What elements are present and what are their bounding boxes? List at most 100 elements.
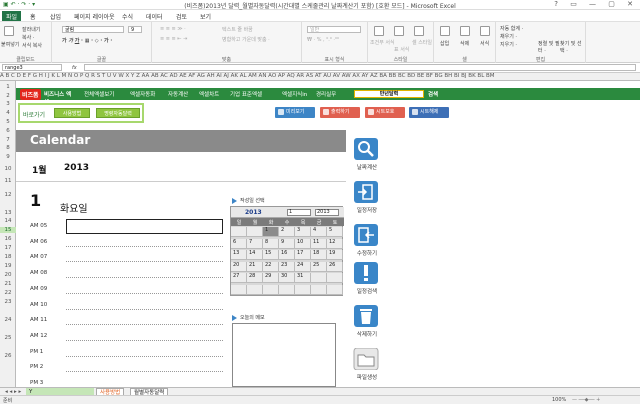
copy-button[interactable]: 복사 ·: [22, 34, 34, 41]
nav-standard-excel[interactable]: 기업 표준엑셀: [230, 90, 262, 98]
date-cell[interactable]: 12: [327, 238, 343, 249]
conditional-format-button[interactable]: 조건부 서식: [370, 39, 395, 46]
font-size-select[interactable]: 9: [128, 26, 142, 33]
trash-icon[interactable]: [353, 305, 379, 327]
row-number[interactable]: 23: [0, 299, 16, 305]
row-number[interactable]: 14: [0, 218, 16, 224]
date-cell[interactable]: 13: [231, 250, 247, 260]
schedule-entry-line[interactable]: [66, 292, 223, 294]
column-header[interactable]: A B C D E F G H I J K L M N O P Q R S T …: [0, 73, 640, 81]
auto-calendar-button[interactable]: 명령자동달력: [96, 108, 140, 118]
number-buttons[interactable]: ₩ · % , ⁰.⁰ ·⁰⁰: [307, 37, 339, 43]
create-file-label[interactable]: 파일생성: [346, 373, 388, 381]
cell-style-button[interactable]: 셀 스타일: [412, 39, 432, 46]
schedule-entry-line[interactable]: [66, 308, 223, 310]
tab-data[interactable]: 데이터: [142, 11, 167, 21]
row-number[interactable]: 12: [0, 192, 16, 198]
date-cell[interactable]: 22: [263, 261, 279, 272]
date-cell[interactable]: 11: [311, 238, 327, 249]
date-cell[interactable]: 7: [247, 238, 263, 249]
bold-button[interactable]: 가 가 가 · ▦ · ◇ · 가 ·: [62, 37, 112, 44]
row-number[interactable]: 19: [0, 263, 16, 269]
window-controls[interactable]: ? ▭ — ▢ ✕: [554, 0, 638, 8]
row-number[interactable]: 7: [0, 137, 16, 143]
tab-insert[interactable]: 삽입: [46, 11, 65, 21]
row-number[interactable]: 3: [0, 101, 16, 107]
search-schedule-label[interactable]: 일정검색: [346, 287, 388, 295]
row-number[interactable]: 2: [0, 93, 16, 99]
date-calc-label[interactable]: 날짜계산: [346, 163, 388, 171]
date-cell[interactable]: [327, 273, 343, 283]
date-cell[interactable]: 9: [279, 238, 295, 249]
protect-sheet-button[interactable]: 시트보호: [365, 107, 405, 118]
date-cell[interactable]: 30: [279, 273, 295, 283]
date-cell[interactable]: 4: [311, 227, 327, 237]
save-icon[interactable]: [353, 181, 379, 203]
alert-icon[interactable]: [353, 262, 379, 284]
date-cell[interactable]: 16: [279, 250, 295, 260]
date-cell[interactable]: [311, 284, 327, 295]
date-cell[interactable]: [247, 227, 263, 237]
date-cell[interactable]: 14: [247, 250, 263, 260]
nav-excel-knowledge[interactable]: 엑셀지식in: [282, 90, 307, 98]
zoom-slider[interactable]: — ──◆── +: [572, 397, 600, 403]
preview-button[interactable]: 미리보기: [275, 107, 315, 118]
row-number[interactable]: 9: [0, 154, 16, 160]
row-number[interactable]: 18: [0, 254, 16, 260]
fx-icon[interactable]: fx: [72, 65, 77, 71]
date-cell[interactable]: [311, 273, 327, 283]
autosum-button[interactable]: 자동 합계 ·: [500, 25, 523, 32]
name-box[interactable]: range3: [2, 64, 62, 71]
tab-view[interactable]: 보기: [196, 11, 215, 21]
row-number[interactable]: 26: [0, 353, 16, 359]
date-cell[interactable]: 27: [231, 273, 247, 283]
row-number[interactable]: 22: [0, 290, 16, 296]
find-select-button[interactable]: 찾기 및 선택 ·: [560, 40, 582, 54]
memo-box[interactable]: [232, 323, 336, 387]
site-search-input[interactable]: 만년달력: [354, 90, 424, 98]
row-number[interactable]: 8: [0, 145, 16, 151]
date-cell[interactable]: 10: [295, 238, 311, 249]
row-number[interactable]: 4: [0, 110, 16, 116]
align-buttons[interactable]: ≡ ≡ ≡ ≫ ·: [160, 26, 186, 32]
delete-label[interactable]: 삭제하기: [346, 330, 388, 338]
row-number[interactable]: 24: [0, 317, 16, 323]
search-icon[interactable]: [353, 138, 379, 160]
date-cell[interactable]: [327, 284, 343, 295]
merge-center-button[interactable]: 병합하고 가운데 맞춤 ·: [222, 36, 270, 43]
schedule-entry-line[interactable]: [66, 339, 223, 341]
row-number[interactable]: 17: [0, 245, 16, 251]
zoom-level[interactable]: 100%: [552, 397, 566, 403]
wrap-text-button[interactable]: 텍스트 줄 바꿈: [222, 26, 253, 33]
schedule-entry-line[interactable]: [66, 371, 223, 373]
edit-icon[interactable]: [353, 224, 379, 246]
row-number[interactable]: 20: [0, 272, 16, 278]
nav-excel-automation[interactable]: 엑셀자동화: [130, 90, 155, 98]
date-cell[interactable]: 31: [295, 273, 311, 283]
date-cell[interactable]: 5: [327, 227, 343, 237]
date-cell[interactable]: 1: [263, 227, 279, 237]
date-cell[interactable]: 28: [247, 273, 263, 283]
date-cell[interactable]: 21: [247, 261, 263, 272]
tab-review[interactable]: 검토: [172, 11, 191, 21]
schedule-entry-line[interactable]: [66, 324, 223, 326]
date-cell[interactable]: 29: [263, 273, 279, 283]
date-cell[interactable]: 17: [295, 250, 311, 260]
date-cell[interactable]: [295, 284, 311, 295]
date-cell[interactable]: [263, 284, 279, 295]
cut-button[interactable]: 잘라내기: [22, 26, 40, 33]
date-cell[interactable]: [231, 227, 247, 237]
tab-formulas[interactable]: 수식: [118, 11, 137, 21]
row-number[interactable]: 16: [0, 236, 16, 242]
folder-icon[interactable]: [353, 348, 379, 370]
insert-button[interactable]: 삽입: [440, 40, 449, 47]
date-cell[interactable]: 6: [231, 238, 247, 249]
nav-accounting[interactable]: 경리실무: [316, 90, 336, 98]
date-cell[interactable]: 15: [263, 250, 279, 260]
date-cell[interactable]: 2: [279, 227, 295, 237]
save-schedule-label[interactable]: 일정저장: [346, 206, 388, 214]
sort-filter-button[interactable]: 정렬 및 필터 ·: [538, 40, 560, 54]
edit-label[interactable]: 수정하기: [346, 249, 388, 257]
tab-file[interactable]: 파일: [2, 11, 22, 21]
schedule-entry-line[interactable]: [66, 277, 223, 279]
